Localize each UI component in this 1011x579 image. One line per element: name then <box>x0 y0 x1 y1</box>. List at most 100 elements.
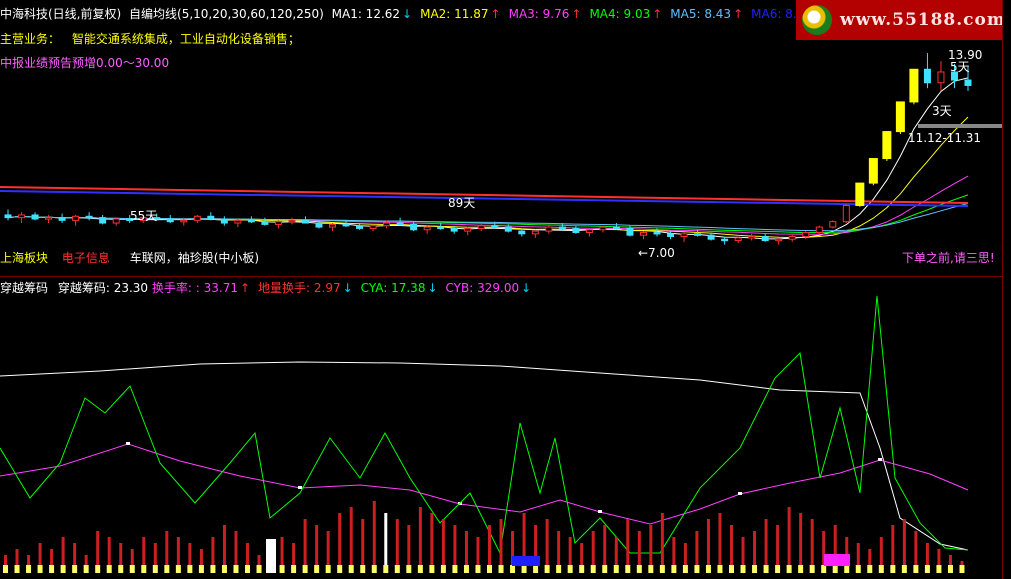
candle-body <box>464 227 472 232</box>
low-volume-bar <box>118 565 124 573</box>
low-volume-bar <box>406 565 412 573</box>
low-price-label: ←7.00 <box>638 246 675 260</box>
low-volume-bar <box>729 565 734 573</box>
low-volume-bar <box>613 565 619 573</box>
indicator-chart[interactable] <box>0 278 1002 579</box>
candle-body <box>234 219 242 224</box>
volume-bar <box>441 519 445 573</box>
highlight-bar-white <box>266 539 276 573</box>
candle-body <box>707 234 715 240</box>
candle-body <box>923 68 931 84</box>
low-volume-bar <box>821 565 827 573</box>
low-volume-bar <box>832 565 838 573</box>
candle-body <box>383 222 391 227</box>
low-volume-bar <box>440 565 446 573</box>
low-volume-bar <box>394 565 400 573</box>
candle-body <box>85 215 93 219</box>
low-volume-bar <box>798 565 804 573</box>
candle-body <box>369 225 377 229</box>
ma-line-2 <box>7 175 969 235</box>
sector-line: 上海板块 电子信息 车联网，袖珍股(中小板) <box>0 249 259 266</box>
volume-bar <box>303 519 307 573</box>
low-volume-bar <box>383 565 389 573</box>
purple-marker <box>878 458 882 461</box>
sector-block[interactable]: 上海板块 <box>0 251 48 265</box>
volume-bar <box>395 519 399 573</box>
low-volume-bar <box>786 565 792 573</box>
candle-body <box>58 217 66 221</box>
low-volume-bar <box>947 565 953 573</box>
low-volume-bar <box>556 565 562 573</box>
low-volume-bar <box>152 565 158 573</box>
volume-bar <box>626 519 630 573</box>
volume-bar <box>902 519 906 573</box>
volume-bar <box>718 513 722 573</box>
candle-body <box>761 236 769 242</box>
low-volume-bar <box>809 565 815 573</box>
candle-body <box>612 226 620 230</box>
low-volume-bar <box>198 565 204 573</box>
low-volume-bar <box>337 565 343 573</box>
low-volume-bar <box>752 565 758 573</box>
candle-body <box>667 233 675 238</box>
candle-body <box>734 237 742 242</box>
low-volume-bar <box>417 565 423 573</box>
low-volume-bar <box>37 565 43 573</box>
low-volume-bar <box>544 565 550 573</box>
volume-bar <box>430 513 434 573</box>
candle-body <box>599 226 607 231</box>
candle-body <box>842 204 850 223</box>
low-volume-bar <box>463 565 469 573</box>
low-volume-bar <box>901 565 907 573</box>
candle-body <box>18 214 26 219</box>
cya-avg-line <box>0 443 969 525</box>
candle-body <box>504 226 512 232</box>
candle-body <box>721 238 729 242</box>
volume-bar <box>384 513 388 573</box>
volume-bar <box>361 519 365 573</box>
candle-body <box>342 223 350 227</box>
candle-body <box>585 229 593 233</box>
warning-text: 下单之前,请三思! <box>902 251 995 265</box>
candle-body <box>274 221 282 225</box>
candle-body <box>829 221 837 228</box>
low-volume-bar <box>14 565 20 573</box>
candle-body <box>207 215 215 220</box>
low-volume-bar <box>452 565 458 573</box>
candle-body <box>882 131 892 160</box>
price-chart[interactable] <box>0 0 1002 270</box>
low-volume-bar <box>498 565 504 573</box>
low-volume-bar <box>867 565 873 573</box>
low-volume-bar <box>844 565 850 573</box>
candle-body <box>477 225 485 229</box>
low-volume-bar <box>579 565 585 573</box>
candle-body <box>937 71 945 84</box>
low-volume-bar <box>360 565 366 573</box>
current-price-marker <box>918 124 1002 128</box>
low-volume-bar <box>49 565 55 573</box>
candle-body <box>895 101 905 133</box>
low-volume-bar <box>890 565 896 573</box>
volume-bar <box>764 519 768 573</box>
volume-bar <box>349 507 353 573</box>
volume-bar <box>706 519 710 573</box>
industry-tag[interactable]: 电子信息 <box>62 251 110 265</box>
candle-body <box>545 226 553 232</box>
candle-body <box>639 231 647 236</box>
candle-body <box>964 79 972 86</box>
low-volume-bar <box>3 565 8 573</box>
low-volume-bar <box>924 565 930 573</box>
concept-tags[interactable]: 车联网，袖珍股(中小板) <box>130 251 259 265</box>
low-volume-bar <box>83 565 89 573</box>
candle-body <box>680 233 688 238</box>
candle-body <box>694 233 702 236</box>
candle-body <box>775 238 783 242</box>
candle-body <box>315 222 323 228</box>
range-label: 11.12-11.31 <box>908 131 982 145</box>
low-volume-bar <box>95 565 101 573</box>
low-volume-bar <box>717 565 723 573</box>
low-volume-bar <box>636 565 642 573</box>
candle-body <box>261 221 269 225</box>
cya-line <box>0 295 969 555</box>
low-volume-bar <box>590 565 596 573</box>
